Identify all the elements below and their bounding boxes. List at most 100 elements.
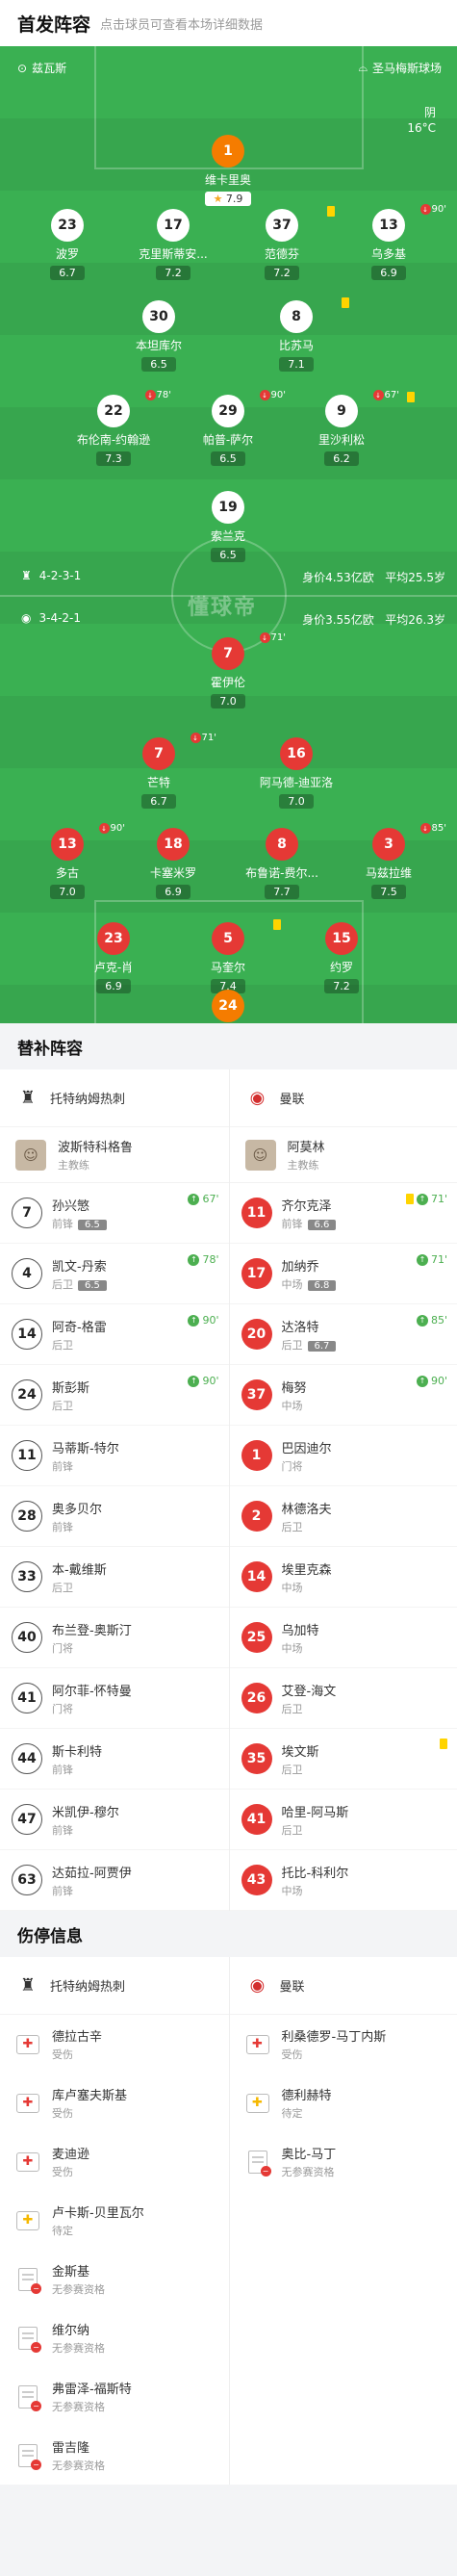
rating-value: 6.5 <box>219 549 237 561</box>
player-name: 齐尔克泽 <box>281 1198 332 1214</box>
sub-player-row[interactable]: 2 林德洛夫 后卫 <box>229 1486 457 1547</box>
injury-row[interactable]: − 维尔纳 无参赛资格 <box>0 2308 229 2367</box>
player-number: 11 <box>241 1198 272 1228</box>
subs-teams-row: ♜ 托特纳姆热刺 ☺ 波斯特科格鲁 主教练 7 孙兴慜 前锋 6.5 ↑ 67' 4 凯文-丹索… <box>0 1069 457 1911</box>
injury-row[interactable]: ✚ 库卢塞夫斯基 受伤 <box>0 2074 229 2132</box>
injury-row[interactable]: ✚ 德拉古辛 受伤 <box>0 2015 229 2074</box>
sub-player-row[interactable]: 4 凯文-丹索 后卫 6.5 ↑ 78' <box>0 1244 229 1304</box>
away-player[interactable]: 18 卡塞米罗 6.9 <box>127 828 219 899</box>
player-name: 达洛特 <box>281 1320 319 1335</box>
player-name: 埃文斯 <box>281 1744 319 1760</box>
player-rating: 6.5 <box>141 357 176 372</box>
away-player[interactable]: 7 ↓ 71' 芒特 6.7 <box>113 733 216 809</box>
home-player[interactable]: 22 ↓ 78' 布伦南-约翰逊 7.3 <box>67 390 171 466</box>
sub-player-row[interactable]: 1 巴因迪尔 门将 <box>229 1426 457 1486</box>
away-player[interactable]: 13 ↓ 90' 多古 7.0 <box>21 823 125 899</box>
injury-row[interactable]: ✚ 德利赫特 待定 <box>230 2074 457 2132</box>
away-player[interactable]: 16 阿马德-迪亚洛 7.0 <box>250 737 343 809</box>
sub-player-row[interactable]: 44 斯卡利特 前锋 <box>0 1729 229 1790</box>
player-number: 13 <box>372 209 405 242</box>
player-number: 37 <box>266 209 298 242</box>
injury-row[interactable]: ✚ 利桑德罗-马丁内斯 受伤 <box>230 2015 457 2074</box>
sub-player-row[interactable]: 43 托比-科利尔 中场 <box>229 1850 457 1911</box>
subs-away-team[interactable]: ◉ 曼联 <box>229 1069 457 1127</box>
sub-time: 90' <box>110 823 125 834</box>
sub-player-row[interactable]: 14 埃里克森 中场 <box>229 1547 457 1608</box>
sub-in-icon: ↑ <box>416 1193 428 1205</box>
home-player[interactable]: 29 ↓ 90' 帕普-萨尔 6.5 <box>182 390 286 466</box>
rating-value: 7.2 <box>165 267 182 279</box>
sub-player-row[interactable]: 20 达洛特 后卫 6.7 ↑ 85' <box>229 1304 457 1365</box>
sub-player-row[interactable]: 37 梅努 中场 ↑ 90' <box>229 1365 457 1426</box>
sub-out-badge: ↓ 90' <box>419 204 446 215</box>
sub-player-row[interactable]: 26 艾登-海文 后卫 <box>229 1668 457 1729</box>
sub-in-icon: ↑ <box>188 1314 200 1327</box>
player-name: 比苏马 <box>278 339 314 352</box>
rating-value: 7.2 <box>273 267 291 279</box>
rating-value: 6.7 <box>59 267 76 279</box>
injuries-away-team[interactable]: ◉ 曼联 <box>229 1957 457 2015</box>
sub-out-badge: ↓ 90' <box>259 390 286 400</box>
sub-player-row[interactable]: 25 乌加特 中场 <box>229 1608 457 1668</box>
home-player[interactable]: 17 克里斯蒂安... 7.2 <box>127 209 219 280</box>
sub-player-row[interactable]: 63 达茹拉-阿贾伊 前锋 <box>0 1850 229 1911</box>
sub-player-row[interactable]: 14 阿奇-格雷 后卫 ↑ 90' <box>0 1304 229 1365</box>
away-player[interactable]: 15 约罗 7.2 <box>295 922 388 993</box>
home-player[interactable]: 23 波罗 6.7 <box>21 209 114 280</box>
injuries-home-team[interactable]: ♜ 托特纳姆热刺 <box>0 1957 229 2015</box>
sub-player-row[interactable]: 11 马蒂斯-特尔 前锋 <box>0 1426 229 1486</box>
away-coach[interactable]: ☺ 阿莫林 主教练 <box>229 1127 457 1183</box>
sub-player-row[interactable]: 24 斯彭斯 后卫 ↑ 90' <box>0 1365 229 1426</box>
home-player[interactable]: 19 索兰克 6.5 <box>182 491 274 562</box>
sub-in-time: 90' <box>202 1314 219 1327</box>
home-player[interactable]: 13 ↓ 90' 乌多基 6.9 <box>343 204 446 280</box>
sub-player-row[interactable]: 7 孙兴慜 前锋 6.5 ↑ 67' <box>0 1183 229 1244</box>
sub-player-row[interactable]: 35 埃文斯 后卫 <box>229 1729 457 1790</box>
sub-player-row[interactable]: 17 加纳乔 中场 6.8 ↑ 71' <box>229 1244 457 1304</box>
sub-in-time: 78' <box>202 1253 219 1266</box>
player-position: 前锋 <box>52 1459 73 1473</box>
player-position: 后卫 <box>281 1702 303 1715</box>
away-player[interactable]: 23 卢克-肖 6.9 <box>67 922 160 993</box>
injury-status: 待定 <box>281 2107 303 2120</box>
sub-in-icon: ↑ <box>188 1253 200 1266</box>
home-player[interactable]: 30 本坦库尔 6.5 <box>113 300 205 372</box>
away-player[interactable]: 7 ↓ 71' 霍伊伦 7.0 <box>182 632 286 708</box>
injury-row[interactable]: ✚ 卢卡斯-贝里瓦尔 待定 <box>0 2191 229 2250</box>
injury-row[interactable]: − 雷吉隆 无参赛资格 <box>0 2426 229 2485</box>
player-position: 门将 <box>52 1702 73 1715</box>
injury-row[interactable]: − 奥比-马丁 无参赛资格 <box>230 2132 457 2191</box>
player-name: 索兰克 <box>210 529 245 543</box>
sub-player-row[interactable]: 47 米凯伊-穆尔 前锋 <box>0 1790 229 1850</box>
star-icon: ★ <box>213 193 226 205</box>
away-player[interactable]: 3 ↓ 85' 马兹拉维 7.5 <box>343 823 446 899</box>
sub-player-row[interactable]: 40 布兰登-奥斯汀 门将 <box>0 1608 229 1668</box>
away-player[interactable]: 24奥纳纳6.3 <box>182 990 274 1023</box>
sub-player-row[interactable]: 33 本-戴维斯 后卫 <box>0 1547 229 1608</box>
home-player[interactable]: 1 维卡里奥 ★ 7.9 <box>182 135 274 206</box>
away-player[interactable]: 5 马奎尔 7.4 <box>182 919 281 993</box>
player-position: 前锋 <box>52 1763 73 1776</box>
stadium-name: 圣马梅斯球场 <box>371 62 442 75</box>
injury-row[interactable]: ✚ 麦迪逊 受伤 <box>0 2132 229 2191</box>
injury-row[interactable]: − 金斯基 无参赛资格 <box>0 2250 229 2308</box>
injuries-away-team-name: 曼联 <box>279 1980 305 1995</box>
home-player[interactable]: 9 ↓ 67' 里沙利松 6.2 <box>295 390 415 466</box>
player-rating: 6.5 <box>78 1219 107 1230</box>
injury-red-cross-icon: ✚ <box>15 2032 40 2057</box>
player-name: 雷吉隆 <box>52 2441 90 2456</box>
subs-home-team[interactable]: ♜ 托特纳姆热刺 <box>0 1069 229 1127</box>
sub-player-row[interactable]: 41 阿尔菲-怀特曼 门将 <box>0 1668 229 1729</box>
home-coach[interactable]: ☺ 波斯特科格鲁 主教练 <box>0 1127 229 1183</box>
home-player[interactable]: 37 范德芬 7.2 <box>236 206 335 280</box>
player-name: 米凯伊-穆尔 <box>52 1805 119 1820</box>
injury-row[interactable]: − 弗雷泽-福斯特 无参赛资格 <box>0 2367 229 2426</box>
sub-player-row[interactable]: 28 奥多贝尔 前锋 <box>0 1486 229 1547</box>
sub-player-row[interactable]: 11 齐尔克泽 前锋 6.6 ↑ 71' <box>229 1183 457 1244</box>
sub-player-row[interactable]: 41 哈里-阿马斯 后卫 <box>229 1790 457 1850</box>
player-rating: 6.9 <box>371 266 406 280</box>
away-player[interactable]: 8 布鲁诺-费尔... 7.7 <box>236 828 328 899</box>
player-number: 3 <box>372 828 405 861</box>
away-age: 平均26.3岁 <box>385 613 445 627</box>
home-player[interactable]: 8 比苏马 7.1 <box>250 297 349 372</box>
